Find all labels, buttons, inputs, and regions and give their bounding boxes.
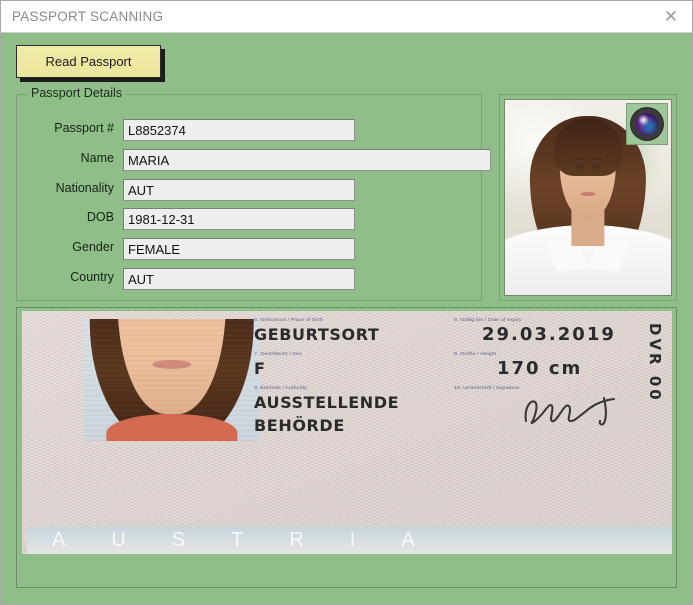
camera-lens-outer (630, 107, 664, 141)
scan-value-sex: F (254, 359, 266, 378)
label-nationality: Nationality (55, 181, 114, 195)
scan-label-sex: 7. Geschlecht / Sex (254, 351, 302, 357)
passport-details-legend: Passport Details (27, 86, 127, 100)
scan-label-expiry: 8. Gültig bis / Date of expiry (454, 317, 522, 323)
input-nationality[interactable] (123, 179, 355, 201)
portrait-photo (504, 99, 672, 296)
passport-scan-panel: 6. Geburtsort / Place of birth GEBURTSOR… (16, 307, 677, 588)
signature-mark (524, 396, 616, 426)
scan-value-birthplace: GEBURTSORT (254, 325, 380, 344)
scan-value-authority-line2: BEHÖRDE (254, 416, 345, 435)
scan-label-birthplace: 6. Geburtsort / Place of birth (254, 317, 323, 323)
close-icon[interactable]: ✕ (648, 1, 692, 32)
scan-value-expiry: 29.03.2019 (482, 324, 616, 345)
portrait-eyebrow-left (573, 157, 585, 161)
scan-dvr-text: DVR 00 (646, 323, 664, 403)
input-gender[interactable] (123, 238, 355, 260)
label-name: Name (80, 151, 114, 165)
label-dob: DOB (86, 210, 114, 224)
label-country: Country (70, 270, 114, 284)
scan-label-authority: 9. Behörde / Authority (254, 385, 307, 391)
input-country[interactable] (123, 268, 355, 290)
passport-details-group: Passport Details Passport # Name Nationa… (16, 86, 491, 301)
field-row-name: Name (81, 149, 491, 171)
input-dob[interactable] (123, 208, 355, 230)
portrait-eye-left (575, 164, 584, 170)
field-row-nationality: Nationality (56, 179, 355, 201)
passport-printed-portrait (84, 319, 259, 441)
input-passport-number[interactable] (123, 119, 355, 141)
window-titlebar: PASSPORT SCANNING ✕ (1, 1, 692, 33)
scan-label-height: 8. Größe / Height (454, 351, 497, 357)
scan-value-height: 170 cm (497, 358, 583, 379)
scan-value-authority-line1: AUSSTELLENDE (254, 393, 400, 412)
portrait-photo-panel (499, 94, 677, 301)
label-gender: Gender (72, 240, 114, 254)
printed-portrait-security-lines (84, 319, 259, 441)
camera-lens-icon[interactable] (626, 103, 668, 145)
label-passport-number: Passport # (54, 121, 114, 135)
passport-watermark-text: AUSTRIA (52, 529, 461, 551)
field-row-gender: Gender (72, 238, 355, 260)
read-passport-button[interactable]: Read Passport (16, 45, 161, 78)
passport-scanning-window: PASSPORT SCANNING ✕ Read Passport Passpo… (0, 0, 693, 605)
scan-label-signature: 10. Unterschrift / Signature (454, 385, 520, 391)
camera-lens-inner (636, 113, 658, 135)
field-row-dob: DOB (87, 208, 355, 230)
input-name[interactable] (123, 149, 491, 171)
passport-scan-image: 6. Geburtsort / Place of birth GEBURTSOR… (22, 311, 672, 554)
field-row-passport-number: Passport # (54, 119, 355, 141)
field-row-country: Country (70, 268, 355, 290)
window-title: PASSPORT SCANNING (12, 9, 164, 24)
